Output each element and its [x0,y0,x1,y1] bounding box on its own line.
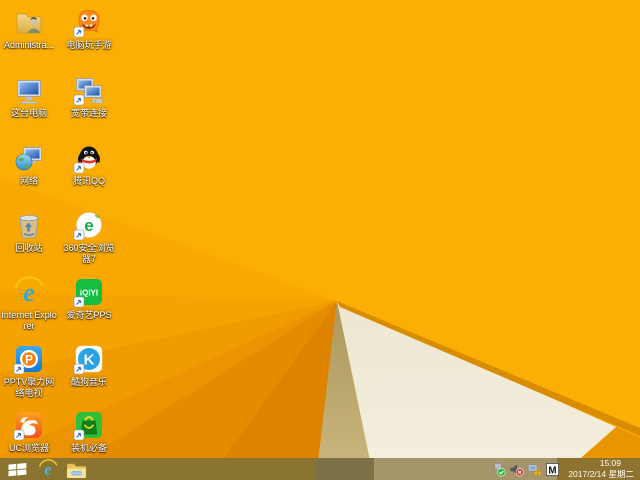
desktop-icon-label: 宽带连接 [70,108,107,118]
administrator-folder-icon [13,6,45,38]
qq-penguin-icon [73,142,105,174]
taskbar: e M 15:09 2017/2/14 星期二 [0,458,640,480]
desktop-icon-label: 360安全浏览器7 [63,243,115,264]
desktop-icon-kugou-music[interactable]: K 酷狗音乐 [60,343,118,388]
desktop-icon-label: PPTV聚力网络电视 [3,377,55,398]
svg-text:e: e [44,461,51,479]
desktop-icon-label: 网络 [19,176,38,186]
desktop-icon-label: Administra... [3,40,54,50]
start-button[interactable] [0,458,34,480]
desktop-icon-pptv[interactable]: P PPTV聚力网络电视 [0,343,58,399]
folder-icon [66,461,87,478]
desktop-icon-label: Internet Explorer [1,310,57,331]
desktop-icon-tencent-qq[interactable]: 腾讯QQ [60,142,118,187]
volume-muted-icon[interactable] [509,462,525,477]
desktop[interactable]: Administra... 电脑玩手游 这台电脑 宽带连接 网络 腾讯QQ 回收… [0,0,640,480]
windows-logo-icon [7,462,27,477]
desktop-icon-internet-explorer[interactable]: e Internet Explorer [0,276,58,332]
clock-date: 2017/2/14 星期二 [568,469,634,479]
svg-text:P: P [25,353,33,367]
clock-time: 15:09 [599,458,621,469]
orange-monster-icon [73,6,105,38]
taskbar-clock[interactable]: 15:09 2017/2/14 星期二 [563,458,637,479]
desktop-icon-pc-play-mobile-games[interactable]: 电脑玩手游 [60,6,118,51]
system-tray: M 15:09 2017/2/14 星期二 [491,458,640,479]
desktop-icon-label: 电脑玩手游 [66,40,112,50]
network-warning-icon[interactable] [527,462,543,477]
desktop-icon-label: 酷狗音乐 [70,377,107,387]
desktop-icon-uc-browser[interactable]: UC浏览器 [0,409,58,454]
green-shopping-bag-icon [73,409,105,441]
uc-squirrel-icon [13,409,45,441]
desktop-icon-label: 这台电脑 [10,108,47,118]
globe-monitor-icon [13,142,45,174]
ie-blue-e-icon: e [13,276,45,308]
desktop-icon-this-pc[interactable]: 这台电脑 [0,74,58,119]
desktop-icon-label: 装机必备 [70,443,107,453]
desktop-icon-360-browser[interactable]: e 360安全浏览器7 [60,209,118,265]
kugou-blue-k-icon: K [73,343,105,375]
broadband-monitors-icon [73,74,105,106]
360-green-e-icon: e [73,209,105,241]
desktop-icon-label: UC浏览器 [9,443,49,453]
desktop-icon-recycle-bin[interactable]: 回收站 [0,209,58,254]
usb-safely-remove-icon[interactable] [491,462,506,477]
computer-monitor-icon [13,74,45,106]
recycle-bin-icon [13,209,45,241]
desktop-icon-network[interactable]: 网络 [0,142,58,187]
desktop-icon-label: 腾讯QQ [72,176,105,186]
svg-text:e: e [84,216,93,235]
taskbar-internet-explorer-button[interactable]: e [34,458,62,480]
taskbar-file-explorer-button[interactable] [62,458,90,480]
desktop-icon-essential-apps[interactable]: 装机必备 [60,409,118,454]
svg-text:M: M [549,465,557,476]
desktop-icon-label: 回收站 [15,243,43,253]
desktop-icon-broadband-connection[interactable]: 宽带连接 [60,74,118,119]
svg-text:K: K [84,352,95,369]
desktop-icon-iqiyi-pps[interactable]: iQIYI 爱奇艺PPS [60,276,118,321]
ie-icon: e [38,459,58,479]
desktop-icon-label: 爱奇艺PPS [66,310,112,320]
svg-text:e: e [23,278,35,307]
desktop-icon-administrator[interactable]: Administra... [0,6,58,51]
svg-text:iQIYI: iQIYI [80,289,98,298]
ime-indicator[interactable]: M [545,462,560,477]
pptv-blue-p-icon: P [13,343,45,375]
iqiyi-green-square-icon: iQIYI [73,276,105,308]
